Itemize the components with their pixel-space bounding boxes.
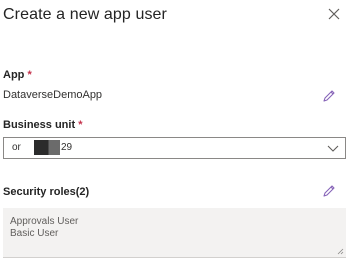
business-unit-dropdown[interactable]: or 29 — [3, 137, 346, 159]
panel-title: Create a new app user — [3, 6, 167, 23]
edit-security-roles-icon[interactable] — [322, 184, 336, 198]
edit-app-icon[interactable] — [322, 89, 336, 103]
chevron-down-icon — [327, 145, 339, 152]
app-label-text: App — [3, 69, 25, 81]
app-required-marker: * — [27, 69, 32, 81]
close-icon[interactable] — [327, 7, 341, 21]
security-roles-list: Approvals User Basic User — [10, 216, 78, 240]
role-item: Basic User — [10, 228, 59, 239]
business-unit-value-suffix: 29 — [61, 142, 73, 153]
resize-handle-icon[interactable] — [337, 248, 344, 255]
business-unit-label: Business unit * — [3, 118, 82, 132]
business-unit-required-marker: * — [78, 119, 83, 131]
security-roles-label: Security roles(2) — [3, 186, 90, 198]
business-unit-label-text: Business unit — [3, 119, 76, 131]
security-roles-textarea: Approvals User Basic User — [3, 208, 346, 258]
redacted-region — [34, 140, 60, 155]
role-item: Approvals User — [10, 216, 79, 227]
app-value: DataverseDemoApp — [3, 89, 103, 101]
business-unit-value-prefix: or — [12, 142, 21, 153]
app-label: App * — [3, 68, 32, 82]
